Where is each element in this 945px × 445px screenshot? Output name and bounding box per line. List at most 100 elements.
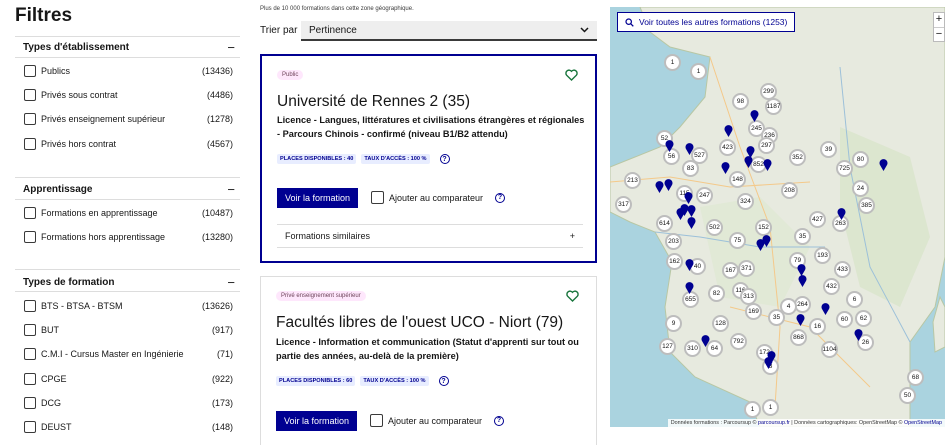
filter-option-prives-hors-contrat[interactable]: Privés hors contrat (4567) — [24, 136, 233, 152]
filter-option-prives-enseignement-superieur[interactable]: Privés enseignement supérieur (1278) — [24, 111, 233, 127]
map-pin-icon[interactable] — [721, 162, 730, 174]
map-cluster-marker[interactable]: 68 — [907, 369, 924, 386]
map-cluster-marker[interactable]: 24 — [852, 180, 869, 197]
map-cluster-marker[interactable]: 128 — [712, 315, 729, 332]
map-pin-icon[interactable] — [763, 159, 772, 171]
favorite-heart-icon[interactable] — [565, 68, 578, 81]
map-cluster-marker[interactable]: 39 — [820, 141, 837, 158]
map-cluster-marker[interactable]: 16 — [809, 318, 826, 335]
map-cluster-marker[interactable]: 62 — [855, 310, 872, 327]
map-pin-icon[interactable] — [664, 179, 673, 191]
help-question-icon[interactable]: ? — [494, 415, 505, 426]
openstreetmap-link[interactable]: OpenStreetMap — [904, 420, 942, 426]
filter-option-cmi[interactable]: C.M.I - Cursus Master en Ingénierie (71) — [24, 346, 233, 362]
map-cluster-marker[interactable]: 83 — [682, 160, 699, 177]
map-cluster-marker[interactable]: 50 — [899, 387, 916, 404]
formations-map[interactable]: Voir toutes les autres formations (1253)… — [610, 7, 945, 427]
map-cluster-marker[interactable]: 432 — [823, 278, 840, 295]
help-question-icon[interactable]: ? — [438, 376, 449, 386]
formation-title[interactable]: Facultés libres de l'ouest UCO - Niort (… — [276, 314, 563, 332]
map-cluster-marker[interactable]: 614 — [656, 215, 673, 232]
checkbox-icon[interactable] — [370, 414, 383, 427]
map-cluster-marker[interactable]: 792 — [730, 333, 747, 350]
map-cluster-marker[interactable]: 1 — [744, 401, 761, 418]
checkbox-icon[interactable] — [371, 191, 384, 204]
checkbox-icon[interactable] — [24, 348, 36, 360]
checkbox-icon[interactable] — [24, 113, 36, 125]
checkbox-icon[interactable] — [24, 397, 36, 409]
map-cluster-marker[interactable]: 169 — [745, 303, 762, 320]
add-to-comparator[interactable]: Ajouter au comparateur ? — [371, 191, 506, 204]
help-question-icon[interactable]: ? — [495, 192, 506, 203]
map-cluster-marker[interactable]: 6 — [846, 291, 863, 308]
map-pin-icon[interactable] — [879, 159, 888, 171]
filter-option-publics[interactable]: Publics (13436) — [24, 63, 233, 79]
map-cluster-marker[interactable]: 1104 — [821, 341, 838, 358]
map-cluster-marker[interactable]: 208 — [781, 182, 798, 199]
view-formation-button[interactable]: Voir la formation — [277, 188, 359, 208]
map-cluster-marker[interactable]: 868 — [790, 329, 807, 346]
map-pin-icon[interactable] — [685, 143, 694, 155]
map-cluster-marker[interactable]: 80 — [852, 151, 869, 168]
map-cluster-marker[interactable]: 423 — [719, 139, 736, 156]
map-pin-icon[interactable] — [821, 303, 830, 315]
map-pin-icon[interactable] — [724, 125, 733, 137]
map-cluster-marker[interactable]: 433 — [834, 261, 851, 278]
map-pin-icon[interactable] — [744, 156, 753, 168]
sort-select[interactable]: Pertinence — [301, 21, 597, 41]
map-cluster-marker[interactable]: 1 — [762, 399, 779, 416]
map-cluster-marker[interactable]: 352 — [789, 149, 806, 166]
add-to-comparator[interactable]: Ajouter au comparateur ? — [370, 414, 505, 427]
map-pin-icon[interactable] — [798, 275, 807, 287]
map-cluster-marker[interactable]: 148 — [729, 171, 746, 188]
filter-option-but[interactable]: BUT (917) — [24, 322, 233, 338]
map-cluster-marker[interactable]: 60 — [836, 311, 853, 328]
map-pin-icon[interactable] — [764, 357, 773, 369]
zoom-in-button[interactable]: + — [934, 13, 944, 27]
checkbox-icon[interactable] — [24, 65, 36, 77]
map-cluster-marker[interactable]: 310 — [684, 340, 701, 357]
map-pin-icon[interactable] — [685, 282, 694, 294]
collapse-etablissement-button[interactable]: − — [227, 40, 235, 55]
collapse-apprentissage-button[interactable]: − — [227, 182, 235, 197]
checkbox-icon[interactable] — [24, 324, 36, 336]
map-pin-icon[interactable] — [685, 259, 694, 271]
checkbox-icon[interactable] — [24, 373, 36, 385]
map-cluster-marker[interactable]: 162 — [666, 253, 683, 270]
checkbox-icon[interactable] — [24, 207, 36, 219]
map-cluster-marker[interactable]: 9 — [665, 315, 682, 332]
map-cluster-marker[interactable]: 371 — [738, 260, 755, 277]
map-cluster-marker[interactable]: 1 — [690, 63, 707, 80]
map-cluster-marker[interactable]: 203 — [665, 233, 682, 250]
view-other-formations-button[interactable]: Voir toutes les autres formations (1253) — [617, 12, 796, 32]
map-cluster-marker[interactable]: 167 — [722, 262, 739, 279]
map-pin-icon[interactable] — [655, 181, 664, 193]
map-cluster-marker[interactable]: 213 — [624, 172, 641, 189]
map-cluster-marker[interactable]: 82 — [708, 285, 725, 302]
filter-option-en-apprentissage[interactable]: Formations en apprentissage (10487) — [24, 205, 233, 221]
map-pin-icon[interactable] — [676, 208, 685, 220]
map-cluster-marker[interactable]: 75 — [729, 232, 746, 249]
map-pin-icon[interactable] — [665, 140, 674, 152]
map-pin-icon[interactable] — [701, 335, 710, 347]
map-pin-icon[interactable] — [837, 208, 846, 220]
checkbox-icon[interactable] — [24, 138, 36, 150]
map-cluster-marker[interactable]: 35 — [768, 309, 785, 326]
filter-option-cpge[interactable]: CPGE (922) — [24, 371, 233, 387]
map-cluster-marker[interactable]: 1 — [664, 54, 681, 71]
map-pin-icon[interactable] — [854, 329, 863, 341]
map-cluster-marker[interactable]: 1187 — [765, 98, 782, 115]
checkbox-icon[interactable] — [24, 421, 36, 433]
map-cluster-marker[interactable]: 725 — [836, 160, 853, 177]
map-pin-icon[interactable] — [684, 192, 693, 204]
filter-option-prives-sous-contrat[interactable]: Privés sous contrat (4486) — [24, 87, 233, 103]
map-pin-icon[interactable] — [796, 314, 805, 326]
map-cluster-marker[interactable]: 324 — [737, 193, 754, 210]
map-cluster-marker[interactable]: 502 — [706, 219, 723, 236]
filter-option-hors-apprentissage[interactable]: Formations hors apprentissage (13280) — [24, 229, 233, 245]
filter-option-bts[interactable]: BTS - BTSA - BTSM (13626) — [24, 298, 233, 314]
checkbox-icon[interactable] — [24, 231, 36, 243]
map-cluster-marker[interactable]: 385 — [858, 197, 875, 214]
help-question-icon[interactable]: ? — [439, 154, 450, 164]
map-pin-icon[interactable] — [750, 110, 759, 122]
